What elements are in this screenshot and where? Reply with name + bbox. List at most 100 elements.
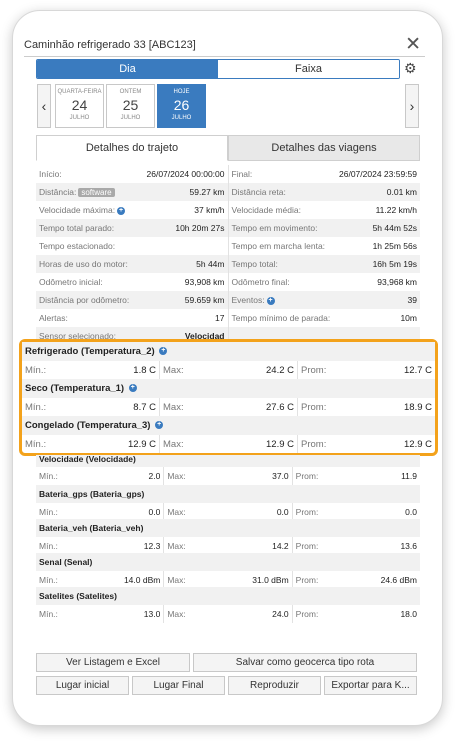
sensor-stats-row: Mín.: 2.0 Max: 37.0 Prom: 11.9 xyxy=(36,467,420,485)
detail-row: Velocidade máxima: +37 km/h Velocidade mé… xyxy=(36,201,420,219)
gear-icon[interactable]: ⚙ xyxy=(404,60,417,77)
max-value: 0.0 xyxy=(276,507,289,517)
detail-label: Distância por odômetro: xyxy=(39,295,130,305)
min-value: 0.0 xyxy=(148,507,161,517)
mode-range-button[interactable]: Faixa xyxy=(218,60,399,78)
sensor-stats-row: Mín.: 13.0 Max: 24.0 Prom: 18.0 xyxy=(36,605,420,623)
detail-value: 11.22 km/h xyxy=(375,205,417,215)
sensor-header: Bateria_gps (Bateria_gps) xyxy=(36,485,420,503)
max-label: Max: xyxy=(163,438,184,450)
mode-selector: Dia Faixa xyxy=(36,59,400,79)
sensor-header: Velocidade (Velocidade) xyxy=(36,455,420,467)
detail-label: Alertas: xyxy=(39,313,68,323)
date-day: 24 xyxy=(71,97,88,113)
avg-value: 0.0 xyxy=(405,507,417,517)
end-place-button[interactable]: Lugar Final xyxy=(132,676,225,695)
chevron-left-icon[interactable]: ‹ xyxy=(37,84,51,128)
detail-value: 0.01 km xyxy=(386,187,417,197)
date-option[interactable]: QUARTA-FEIRA 24 JULHO xyxy=(55,84,104,128)
mode-day-button[interactable]: Dia xyxy=(37,60,218,78)
min-label: Mín.: xyxy=(39,507,58,517)
detail-label: Horas de uso do motor: xyxy=(39,259,128,269)
max-label: Max: xyxy=(167,575,186,585)
detail-value: 17 xyxy=(215,313,225,323)
date-month: JULHO xyxy=(120,115,141,121)
max-value: 12.9 C xyxy=(266,438,294,450)
close-icon[interactable]: ✕ xyxy=(405,35,421,54)
info-icon[interactable]: + xyxy=(266,296,275,305)
date-weekday: QUARTA-FEIRA xyxy=(57,89,102,95)
sensor-header: Refrigerado (Temperatura_2) + xyxy=(22,342,435,361)
avg-value: 24.6 dBm xyxy=(380,575,417,585)
avg-value: 12.7 C xyxy=(404,364,432,376)
tab-travel-details[interactable]: Detalhes das viagens xyxy=(228,135,420,161)
min-value: 14.0 dBm xyxy=(123,575,161,585)
detail-tabs: Detalhes do trajeto Detalhes das viagens xyxy=(36,135,420,161)
detail-label: Final: xyxy=(231,169,253,179)
detail-value: 39 xyxy=(407,295,417,305)
sensor-header: Congelado (Temperatura_3) + xyxy=(22,416,435,435)
info-icon[interactable]: + xyxy=(155,421,164,430)
detail-value: 5h 44m xyxy=(196,259,225,269)
info-icon[interactable]: + xyxy=(159,347,168,356)
avg-value: 12.9 C xyxy=(404,438,432,450)
title-divider xyxy=(24,56,425,57)
max-label: Max: xyxy=(167,541,186,551)
detail-label: Distância reta: xyxy=(231,187,286,197)
detail-label: Velocidade média: xyxy=(231,205,301,215)
save-geofence-button[interactable]: Salvar como geocerca tipo rota xyxy=(193,653,417,672)
start-place-button[interactable]: Lugar inicial xyxy=(36,676,129,695)
detail-value: 10m xyxy=(400,313,417,323)
avg-value: 11.9 xyxy=(401,471,417,481)
info-icon[interactable]: + xyxy=(128,384,137,393)
sensor-header: Seco (Temperatura_1) + xyxy=(22,379,435,398)
date-option-selected[interactable]: HOJE 26 JULHO xyxy=(157,84,206,128)
detail-row: Alertas: 17 Tempo mínimo de parada: 10m xyxy=(36,309,420,327)
chevron-right-icon[interactable]: › xyxy=(405,84,419,128)
min-label: Mín.: xyxy=(39,575,58,585)
avg-value: 13.6 xyxy=(400,541,417,551)
max-label: Max: xyxy=(167,609,186,619)
detail-value: 93,908 km xyxy=(184,277,225,287)
detail-row: Tempo total parado: 10h 20m 27s Tempo em … xyxy=(36,219,420,237)
min-value: 8.7 C xyxy=(133,401,156,413)
info-icon[interactable]: + xyxy=(117,206,126,215)
max-label: Max: xyxy=(163,401,184,413)
detail-label: Tempo mínimo de parada: xyxy=(231,313,331,323)
min-value: 12.3 xyxy=(143,541,161,551)
sensor-name: Refrigerado (Temperatura_2) xyxy=(25,346,155,357)
max-value: 24.0 xyxy=(272,609,289,619)
detail-label: Tempo em marcha lenta: xyxy=(231,241,326,251)
detail-value: 59.27 km xyxy=(189,187,225,197)
max-value: 37.0 xyxy=(272,471,289,481)
date-option[interactable]: ONTEM 25 JULHO xyxy=(106,84,155,128)
max-label: Max: xyxy=(163,364,184,376)
list-excel-button[interactable]: Ver Listagem e Excel xyxy=(36,653,190,672)
export-button[interactable]: Exportar para K... xyxy=(324,676,417,695)
min-label: Mín.: xyxy=(39,471,58,481)
min-label: Mín.: xyxy=(25,438,47,450)
detail-row: Horas de uso do motor: 5h 44m Tempo total… xyxy=(36,255,420,273)
tab-trip-details[interactable]: Detalhes do trajeto xyxy=(36,135,228,161)
detail-label: Tempo em movimento: xyxy=(231,223,318,233)
detail-value: 26/07/2024 00:00:00 xyxy=(146,169,225,179)
sensor-name: Seco (Temperatura_1) xyxy=(25,383,125,394)
detail-value: 59.659 km xyxy=(184,295,225,305)
detail-label: Eventos: xyxy=(231,295,265,305)
sensor-header: Bateria_veh (Bateria_veh) xyxy=(36,519,420,537)
min-value: 2.0 xyxy=(148,471,161,481)
sensor-header: Satelites (Satelites) xyxy=(36,587,420,605)
play-button[interactable]: Reproduzir xyxy=(228,676,321,695)
date-day: 25 xyxy=(122,97,139,113)
max-label: Max: xyxy=(167,507,186,517)
detail-label: Tempo total parado: xyxy=(39,223,115,233)
date-month: JULHO xyxy=(69,115,90,121)
detail-value: 5h 44m 52s xyxy=(372,223,417,233)
avg-label: Prom: xyxy=(301,364,327,376)
min-label: Mín.: xyxy=(39,541,58,551)
avg-label: Prom: xyxy=(295,471,319,481)
detail-label: Odômetro final: xyxy=(231,277,290,287)
min-label: Mín.: xyxy=(39,609,58,619)
min-label: Mín.: xyxy=(25,401,47,413)
min-label: Mín.: xyxy=(25,364,47,376)
